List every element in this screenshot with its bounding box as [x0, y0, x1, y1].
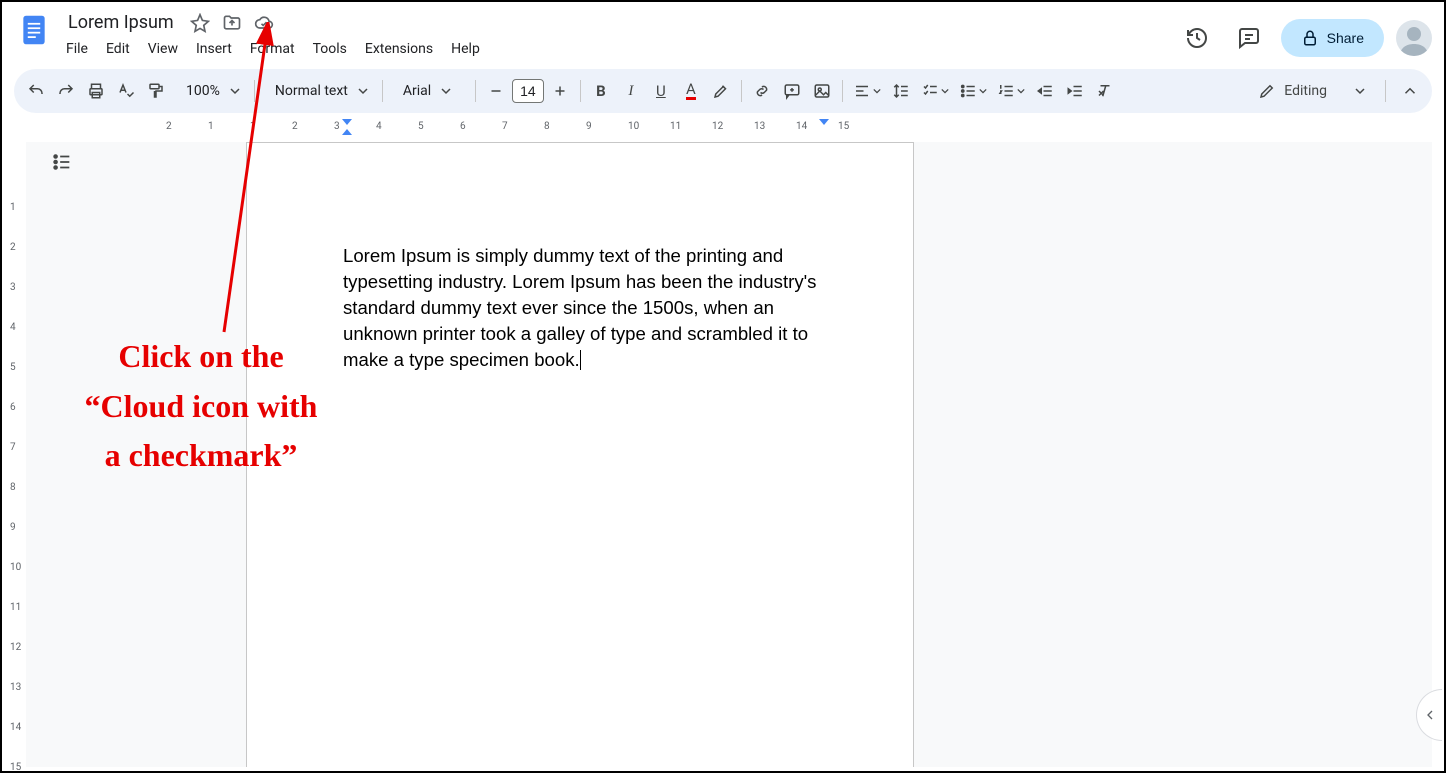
print-button[interactable] [82, 76, 110, 106]
insert-comment-button[interactable] [778, 76, 806, 106]
text-color-button[interactable]: A [677, 76, 705, 106]
zoom-value: 100% [180, 83, 226, 99]
move-icon[interactable] [220, 11, 244, 35]
spellcheck-button[interactable] [112, 76, 140, 106]
checklist-button[interactable] [917, 76, 953, 106]
highlight-button[interactable] [707, 76, 735, 106]
editing-mode-label: Editing [1284, 83, 1327, 99]
collapse-toolbar-button[interactable] [1396, 76, 1424, 106]
menu-format[interactable]: Format [242, 37, 303, 61]
font-value: Arial [397, 83, 437, 99]
bold-button[interactable]: B [587, 76, 615, 106]
paragraph-style-dropdown[interactable]: Normal text [261, 83, 376, 99]
align-button[interactable] [849, 76, 885, 106]
text-cursor [580, 350, 581, 370]
horizontal-ruler[interactable]: 21123456789101112131415 [26, 119, 1432, 135]
vertical-ruler[interactable]: 123456789101112131415 [8, 142, 24, 767]
undo-button[interactable] [22, 76, 50, 106]
toolbar: 100% Normal text Arial B I U A Editing [14, 69, 1432, 113]
share-button[interactable]: Share [1281, 19, 1384, 57]
share-label: Share [1327, 30, 1364, 46]
editing-mode-dropdown[interactable]: Editing [1244, 76, 1379, 106]
paragraph-style-value: Normal text [269, 83, 354, 99]
account-avatar[interactable] [1396, 20, 1432, 56]
line-spacing-button[interactable] [887, 76, 915, 106]
outline-toggle-button[interactable] [44, 144, 80, 180]
font-size-decrease[interactable] [482, 76, 510, 106]
document-title[interactable]: Lorem Ipsum [62, 10, 180, 35]
menu-insert[interactable]: Insert [188, 37, 240, 61]
menu-extensions[interactable]: Extensions [357, 37, 441, 61]
menu-view[interactable]: View [140, 37, 186, 61]
history-icon[interactable] [1177, 18, 1217, 58]
comments-icon[interactable] [1229, 18, 1269, 58]
font-dropdown[interactable]: Arial [389, 83, 469, 99]
document-body[interactable]: Lorem Ipsum is simply dummy text of the … [343, 243, 817, 373]
zoom-dropdown[interactable]: 100% [172, 83, 248, 99]
star-icon[interactable] [188, 11, 212, 35]
document-page[interactable]: Lorem Ipsum is simply dummy text of the … [246, 142, 914, 767]
insert-image-button[interactable] [808, 76, 836, 106]
decrease-indent-button[interactable] [1031, 76, 1059, 106]
font-size-increase[interactable] [546, 76, 574, 106]
menu-help[interactable]: Help [443, 37, 488, 61]
insert-link-button[interactable] [748, 76, 776, 106]
menu-file[interactable]: File [58, 37, 96, 61]
font-size-input[interactable] [512, 79, 544, 103]
numbered-list-button[interactable] [993, 76, 1029, 106]
docs-logo[interactable] [14, 10, 54, 50]
redo-button[interactable] [52, 76, 80, 106]
bulleted-list-button[interactable] [955, 76, 991, 106]
paint-format-button[interactable] [142, 76, 170, 106]
italic-button[interactable]: I [617, 76, 645, 106]
menu-tools[interactable]: Tools [305, 37, 355, 61]
cloud-check-icon[interactable] [252, 11, 276, 35]
underline-button[interactable]: U [647, 76, 675, 106]
editor-canvas: Lorem Ipsum is simply dummy text of the … [26, 142, 1432, 767]
clear-formatting-button[interactable] [1091, 76, 1119, 106]
increase-indent-button[interactable] [1061, 76, 1089, 106]
menu-edit[interactable]: Edit [98, 37, 138, 61]
